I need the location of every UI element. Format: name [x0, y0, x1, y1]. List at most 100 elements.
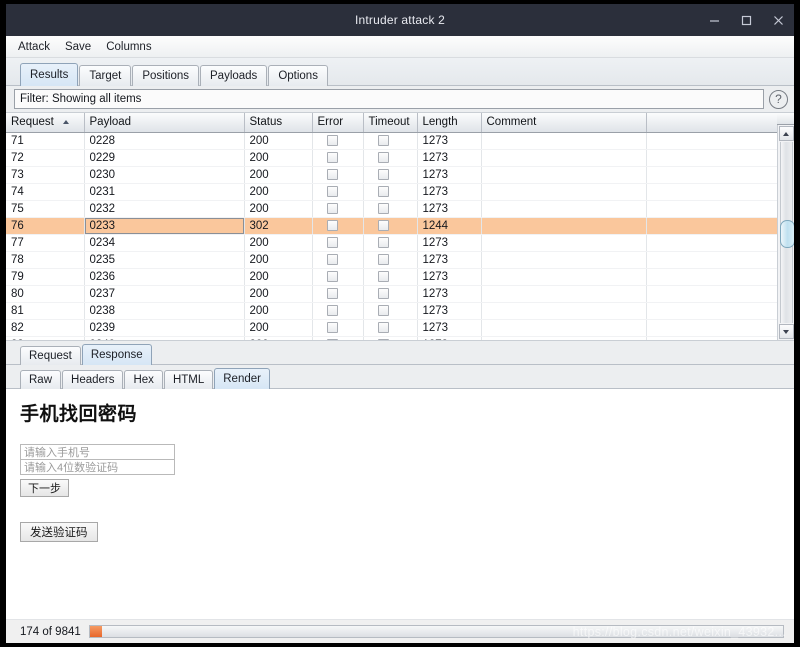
cell-error[interactable]: [312, 234, 364, 252]
checkbox-icon[interactable]: [377, 321, 389, 333]
cell-timeout[interactable]: [363, 234, 418, 252]
checkbox-icon[interactable]: [326, 321, 338, 333]
cell-payload: 0238: [84, 302, 245, 320]
cell-timeout[interactable]: [363, 285, 418, 303]
checkbox-icon[interactable]: [326, 236, 338, 248]
checkbox-icon[interactable]: [377, 219, 389, 231]
checkbox-icon[interactable]: [326, 202, 338, 214]
checkbox-icon[interactable]: [326, 185, 338, 197]
cell-spacer: [646, 217, 777, 235]
attack-progress-bar: [88, 625, 784, 638]
cell-timeout[interactable]: [363, 132, 418, 150]
table-row[interactable]: 71 0228 200 1273: [6, 132, 777, 150]
send-code-button[interactable]: 发送验证码: [20, 522, 98, 542]
filter-bar[interactable]: Filter: Showing all items: [14, 89, 764, 109]
checkbox-icon[interactable]: [377, 168, 389, 180]
next-step-button[interactable]: 下一步: [20, 479, 69, 497]
column-header-status[interactable]: Status: [244, 113, 313, 133]
cell-error[interactable]: [312, 149, 364, 167]
table-row[interactable]: 78 0235 200 1273: [6, 251, 777, 269]
cell-timeout[interactable]: [363, 166, 418, 184]
table-row[interactable]: 74 0231 200 1273: [6, 183, 777, 201]
maximize-icon[interactable]: [738, 12, 754, 28]
tab-target[interactable]: Target: [79, 65, 132, 86]
scroll-up-arrow-icon[interactable]: [778, 126, 794, 141]
table-row[interactable]: 82 0239 200 1273: [6, 319, 777, 337]
cell-error[interactable]: [312, 251, 364, 269]
cell-error[interactable]: [312, 302, 364, 320]
checkbox-icon[interactable]: [377, 253, 389, 265]
cell-error[interactable]: [312, 166, 364, 184]
table-row[interactable]: 75 0232 200 1273: [6, 200, 777, 218]
menu-item-columns[interactable]: Columns: [104, 40, 153, 54]
tab-response[interactable]: Response: [81, 344, 152, 365]
checkbox-icon[interactable]: [326, 219, 338, 231]
tab-payloads[interactable]: Payloads: [200, 65, 268, 86]
close-icon[interactable]: [770, 12, 786, 28]
cell-timeout[interactable]: [363, 183, 418, 201]
cell-timeout[interactable]: [363, 268, 418, 286]
cell-error[interactable]: [312, 285, 364, 303]
cell-timeout[interactable]: [363, 149, 418, 167]
cell-error[interactable]: [312, 200, 364, 218]
table-row[interactable]: 80 0237 200 1273: [6, 285, 777, 303]
checkbox-icon[interactable]: [326, 151, 338, 163]
tab-headers[interactable]: Headers: [62, 370, 124, 389]
checkbox-icon[interactable]: [326, 253, 338, 265]
column-header-error[interactable]: Error: [312, 113, 364, 133]
tab-raw[interactable]: Raw: [20, 370, 62, 389]
tab-positions[interactable]: Positions: [132, 65, 199, 86]
tab-render[interactable]: Render: [214, 368, 270, 389]
table-row[interactable]: 76 0233 302 1244: [6, 217, 777, 235]
checkbox-icon[interactable]: [377, 185, 389, 197]
checkbox-icon[interactable]: [377, 287, 389, 299]
tab-hex[interactable]: Hex: [124, 370, 163, 389]
cell-timeout[interactable]: [363, 319, 418, 337]
checkbox-icon[interactable]: [326, 134, 338, 146]
column-header-request[interactable]: Request: [6, 113, 85, 133]
table-row[interactable]: 72 0229 200 1273: [6, 149, 777, 167]
scrollbar-thumb[interactable]: [779, 220, 794, 248]
column-header-timeout[interactable]: Timeout: [363, 113, 418, 133]
cell-error[interactable]: [312, 217, 364, 235]
cell-error[interactable]: [312, 268, 364, 286]
column-header-comment[interactable]: Comment: [481, 113, 647, 133]
checkbox-icon[interactable]: [326, 168, 338, 180]
table-row[interactable]: 73 0230 200 1273: [6, 166, 777, 184]
column-header-payload[interactable]: Payload: [84, 113, 245, 133]
checkbox-icon[interactable]: [377, 202, 389, 214]
checkbox-icon[interactable]: [377, 236, 389, 248]
scrollbar-track[interactable]: [779, 142, 794, 323]
checkbox-icon[interactable]: [326, 287, 338, 299]
menu-item-save[interactable]: Save: [63, 40, 93, 54]
menu-item-attack[interactable]: Attack: [16, 40, 52, 54]
tab-request[interactable]: Request: [20, 346, 81, 365]
table-row[interactable]: 77 0234 200 1273: [6, 234, 777, 252]
results-vertical-scrollbar[interactable]: [777, 113, 794, 340]
verification-code-input[interactable]: 请输入4位数验证码: [20, 459, 175, 475]
column-header-length[interactable]: Length: [417, 113, 482, 133]
tab-html[interactable]: HTML: [163, 370, 214, 389]
cell-error[interactable]: [312, 132, 364, 150]
cell-timeout[interactable]: [363, 302, 418, 320]
scroll-down-arrow-icon[interactable]: [778, 324, 794, 339]
phone-input[interactable]: 请输入手机号: [20, 444, 175, 460]
checkbox-icon[interactable]: [326, 270, 338, 282]
checkbox-icon[interactable]: [377, 270, 389, 282]
cell-timeout[interactable]: [363, 251, 418, 269]
help-icon[interactable]: ?: [769, 89, 788, 109]
cell-error[interactable]: [312, 183, 364, 201]
checkbox-icon[interactable]: [377, 134, 389, 146]
cell-error[interactable]: [312, 319, 364, 337]
checkbox-icon[interactable]: [326, 304, 338, 316]
table-row[interactable]: 79 0236 200 1273: [6, 268, 777, 286]
table-row[interactable]: 81 0238 200 1273: [6, 302, 777, 320]
cell-timeout[interactable]: [363, 200, 418, 218]
scrollbar-corner: [777, 113, 794, 125]
minimize-icon[interactable]: [706, 12, 722, 28]
cell-timeout[interactable]: [363, 217, 418, 235]
tab-results[interactable]: Results: [20, 63, 79, 86]
checkbox-icon[interactable]: [377, 151, 389, 163]
checkbox-icon[interactable]: [377, 304, 389, 316]
tab-options[interactable]: Options: [268, 65, 328, 86]
